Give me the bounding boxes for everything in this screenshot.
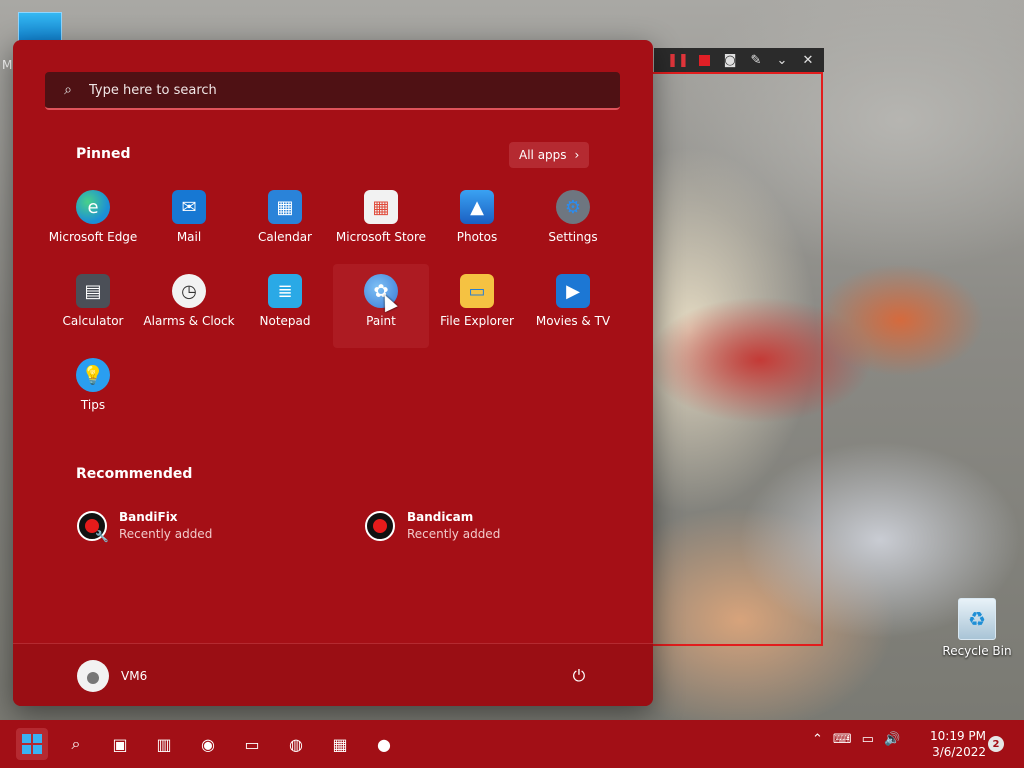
tips-icon: 💡 [76, 358, 110, 392]
pinned-apps-grid: e Microsoft Edge ✉ Mail ▦ Calendar ▦ Mic… [45, 180, 621, 432]
pinned-app-microsoft-edge[interactable]: e Microsoft Edge [45, 180, 141, 264]
system-tray: ⌃ ⌨ ▭ 🔊 [812, 732, 900, 747]
bandicam-taskbar-icon[interactable]: ● [368, 728, 400, 760]
recycle-bin-icon: ♻ [958, 598, 996, 640]
close-icon[interactable]: ✕ [798, 50, 818, 70]
user-avatar-icon [77, 660, 109, 692]
recycle-bin[interactable]: ♻ Recycle Bin [942, 598, 1012, 658]
network-icon[interactable]: ▭ [862, 732, 874, 747]
recommended-title: Recommended [76, 466, 193, 482]
file-explorer-icon[interactable]: ▭ [236, 728, 268, 760]
calculator-icon: ▤ [76, 274, 110, 308]
start-button[interactable] [16, 728, 48, 760]
keyboard-icon[interactable]: ⌨ [833, 732, 852, 747]
windows-logo-icon [22, 734, 42, 754]
chat-icon[interactable]: ◉ [192, 728, 224, 760]
recording-region-frame [653, 72, 823, 646]
edge-icon: e [76, 190, 110, 224]
recycle-bin-label: Recycle Bin [942, 644, 1012, 658]
stop-icon[interactable] [694, 50, 714, 70]
movies-icon: ▶ [556, 274, 590, 308]
widgets-icon[interactable]: ▥ [148, 728, 180, 760]
folder-icon: ▭ [460, 274, 494, 308]
pinned-app-alarms-clock[interactable]: ◷ Alarms & Clock [141, 264, 237, 348]
microsoft-store-taskbar-icon[interactable]: ▦ [324, 728, 356, 760]
pinned-app-notepad[interactable]: ≣ Notepad [237, 264, 333, 348]
camera-icon[interactable]: ◙ [720, 50, 740, 70]
start-menu: ⌕ Pinned All apps › e Microsoft Edge ✉ M… [13, 40, 653, 706]
desktop-shortcut-label: M [2, 58, 13, 72]
store-icon: ▦ [364, 190, 398, 224]
settings-gear-icon: ⚙ [556, 190, 590, 224]
recording-toolbar: ❚❚ ◙ ✎ ⌄ ✕ [654, 48, 824, 72]
recommended-item-bandicam[interactable]: Bandicam Recently added [365, 510, 500, 541]
volume-icon[interactable]: 🔊 [884, 732, 900, 747]
pencil-icon[interactable]: ✎ [746, 50, 766, 70]
all-apps-button[interactable]: All apps › [509, 142, 590, 168]
recommended-item-bandifix[interactable]: 🔧 BandiFix Recently added [77, 510, 212, 543]
search-box[interactable]: ⌕ [45, 72, 620, 110]
notepad-icon: ≣ [268, 274, 302, 308]
mail-icon: ✉ [172, 190, 206, 224]
photos-icon: ▲ [460, 190, 494, 224]
taskbar-search-icon[interactable]: ⌕ [60, 728, 92, 760]
pinned-title: Pinned [76, 146, 131, 162]
user-name: VM6 [121, 669, 148, 683]
pause-icon[interactable]: ❚❚ [667, 50, 689, 70]
clock-date: 3/6/2022 [932, 745, 986, 759]
pinned-app-mail[interactable]: ✉ Mail [141, 180, 237, 264]
power-icon[interactable]: ⏻ [569, 666, 589, 686]
pinned-app-tips[interactable]: 💡 Tips [45, 348, 141, 432]
bandicam-icon [365, 510, 395, 541]
clock-icon: ◷ [172, 274, 206, 308]
all-apps-label: All apps [519, 148, 567, 162]
user-account-button[interactable]: VM6 [77, 660, 147, 692]
pinned-app-file-explorer[interactable]: ▭ File Explorer [429, 264, 525, 348]
search-input[interactable] [87, 81, 611, 99]
pinned-app-calculator[interactable]: ▤ Calculator [45, 264, 141, 348]
bandifix-icon: 🔧 [77, 510, 109, 543]
chevron-right-icon: › [574, 148, 580, 162]
pinned-app-calendar[interactable]: ▦ Calendar [237, 180, 333, 264]
notification-badge[interactable]: 2 [988, 736, 1004, 752]
pinned-app-microsoft-store[interactable]: ▦ Microsoft Store [333, 180, 429, 264]
collapse-icon[interactable]: ⌄ [772, 50, 792, 70]
chrome-icon[interactable]: ◍ [280, 728, 312, 760]
clock-time: 10:19 PM [930, 729, 986, 743]
pinned-app-paint[interactable]: ✿ Paint [333, 264, 429, 348]
task-view-icon[interactable]: ▣ [104, 728, 136, 760]
taskbar: ⌕ ▣ ▥ ◉ ▭ ◍ ▦ ● ⌃ ⌨ ▭ 🔊 10:19 PM 3/6/202… [0, 720, 1024, 768]
calendar-icon: ▦ [268, 190, 302, 224]
pinned-app-photos[interactable]: ▲ Photos [429, 180, 525, 264]
start-menu-footer: VM6 ⏻ [13, 643, 653, 706]
pinned-app-settings[interactable]: ⚙ Settings [525, 180, 621, 264]
search-icon: ⌕ [64, 82, 72, 98]
pinned-app-movies-tv[interactable]: ▶ Movies & TV [525, 264, 621, 348]
clock[interactable]: 10:19 PM 3/6/2022 [926, 728, 986, 760]
chevron-up-icon[interactable]: ⌃ [812, 732, 823, 747]
